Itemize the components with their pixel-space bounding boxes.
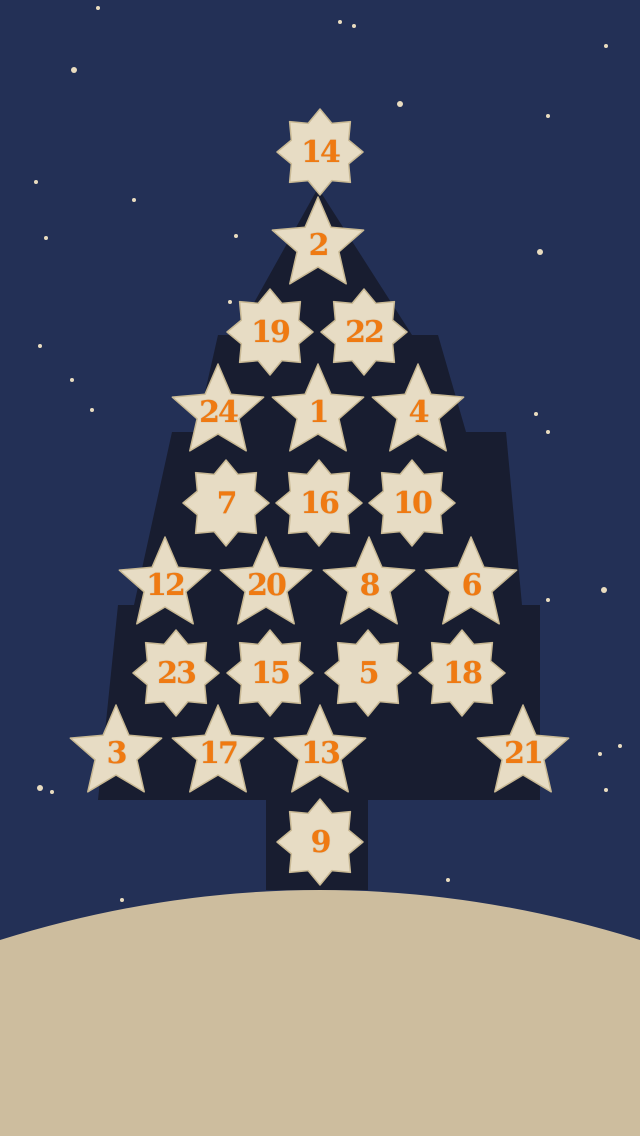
snowflake [38, 344, 42, 348]
snowflake [618, 744, 622, 748]
star-five-point-icon [219, 536, 313, 625]
snowflake [604, 44, 608, 48]
star-eight-point-icon [276, 798, 364, 886]
snowflake [338, 20, 342, 24]
snowflake [546, 114, 550, 118]
snowflake [70, 378, 74, 382]
advent-door-19[interactable]: 3 [66, 703, 166, 803]
snowy-hill [0, 890, 640, 1136]
advent-door-13[interactable]: 8 [319, 535, 419, 635]
snowflake [397, 101, 403, 107]
snowflake [44, 236, 48, 240]
star-five-point-icon [271, 363, 365, 452]
star-five-point-icon [371, 363, 465, 452]
star-five-point-icon [322, 536, 416, 625]
advent-door-20[interactable]: 17 [168, 703, 268, 803]
snowflake [604, 788, 608, 792]
snowflake [90, 408, 94, 412]
advent-door-12[interactable]: 20 [216, 535, 316, 635]
snowflake [37, 785, 43, 791]
snowflake [546, 430, 550, 434]
star-five-point-icon [171, 704, 265, 793]
star-five-point-icon [271, 196, 365, 285]
advent-door-5[interactable]: 24 [168, 362, 268, 462]
snowflake [71, 67, 77, 73]
star-eight-point-icon [276, 108, 364, 196]
advent-door-2[interactable]: 2 [268, 195, 368, 295]
star-five-point-icon [424, 536, 518, 625]
snowflake [601, 587, 607, 593]
snowflake [50, 790, 54, 794]
star-five-point-icon [273, 704, 367, 793]
advent-door-1[interactable]: 14 [270, 102, 370, 202]
snowflake [598, 752, 602, 756]
star-five-point-icon [171, 363, 265, 452]
star-five-point-icon [476, 704, 570, 793]
advent-door-6[interactable]: 1 [268, 362, 368, 462]
snowflake [352, 24, 356, 28]
snowflake [537, 249, 543, 255]
snowflake [132, 198, 136, 202]
advent-door-7[interactable]: 4 [368, 362, 468, 462]
snowflake [96, 6, 100, 10]
advent-door-22[interactable]: 21 [473, 703, 573, 803]
snowflake [446, 878, 450, 882]
snowflake [234, 234, 238, 238]
star-five-point-icon [118, 536, 212, 625]
advent-door-21[interactable]: 13 [270, 703, 370, 803]
snowflake [34, 180, 38, 184]
snowflake [534, 412, 538, 416]
advent-door-11[interactable]: 12 [115, 535, 215, 635]
star-five-point-icon [69, 704, 163, 793]
advent-door-23[interactable]: 9 [270, 792, 370, 892]
advent-door-14[interactable]: 6 [421, 535, 521, 635]
snowflake [120, 898, 124, 902]
snowflake [546, 598, 550, 602]
